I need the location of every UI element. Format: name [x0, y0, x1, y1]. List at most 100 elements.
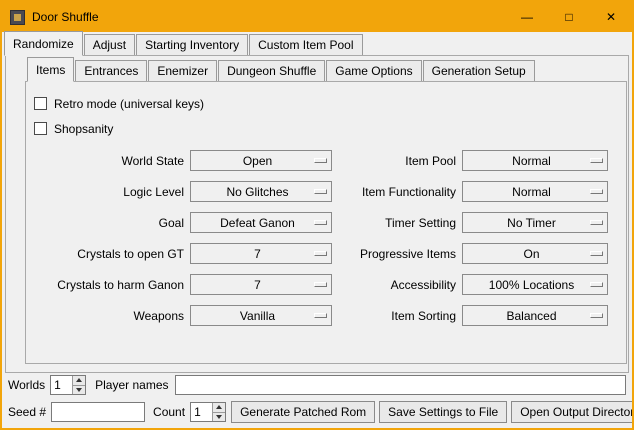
retro-mode-checkbox[interactable]: [34, 97, 47, 110]
arrow-up-icon: [76, 378, 82, 382]
player-names-input[interactable]: [175, 375, 627, 395]
tab-dungeon-shuffle[interactable]: Dungeon Shuffle: [218, 60, 325, 81]
save-settings-button[interactable]: Save Settings to File: [379, 401, 507, 423]
randomize-tab-content: Items Entrances Enemizer Dungeon Shuffle…: [5, 55, 629, 373]
item-pool-dropdown[interactable]: Normal: [462, 150, 608, 171]
crystals-gt-dropdown[interactable]: 7: [190, 243, 332, 264]
spin-down-button[interactable]: [72, 385, 85, 395]
open-output-directory-button[interactable]: Open Output Directory: [511, 401, 634, 423]
timer-setting-dropdown[interactable]: No Timer: [462, 212, 608, 233]
worlds-row: Worlds 1 Player names: [2, 374, 632, 396]
tab-adjust[interactable]: Adjust: [84, 34, 135, 55]
goal-value: Defeat Ganon: [191, 216, 314, 230]
goal-label: Goal: [32, 216, 184, 230]
maximize-icon[interactable]: □: [548, 2, 590, 32]
tab-items[interactable]: Items: [27, 57, 74, 82]
spin-up-button[interactable]: [212, 403, 225, 412]
logic-level-value: No Glitches: [191, 185, 314, 199]
spin-up-button[interactable]: [72, 376, 85, 385]
dropdown-indicator-icon: [314, 220, 327, 225]
goal-dropdown[interactable]: Defeat Ganon: [190, 212, 332, 233]
arrow-down-icon: [216, 415, 222, 419]
app-icon: [10, 10, 25, 25]
dropdown-indicator-icon: [314, 251, 327, 256]
retro-mode-label: Retro mode (universal keys): [54, 97, 204, 111]
tab-game-options[interactable]: Game Options: [326, 60, 421, 81]
tab-randomize[interactable]: Randomize: [4, 31, 83, 56]
count-value: 1: [191, 403, 212, 421]
dropdown-indicator-icon: [314, 282, 327, 287]
item-sorting-dropdown[interactable]: Balanced: [462, 305, 608, 326]
crystals-ganon-label: Crystals to harm Ganon: [32, 278, 184, 292]
tab-generation-setup[interactable]: Generation Setup: [423, 60, 535, 81]
seed-label: Seed #: [8, 405, 46, 419]
tab-entrances[interactable]: Entrances: [75, 60, 147, 81]
crystals-ganon-dropdown[interactable]: 7: [190, 274, 332, 295]
spin-down-button[interactable]: [212, 412, 225, 422]
progressive-items-dropdown[interactable]: On: [462, 243, 608, 264]
window: Door Shuffle — □ ✕ Randomize Adjust Star…: [0, 0, 634, 430]
seed-row: Seed # Count 1 Generate Patched Rom Save…: [2, 401, 632, 423]
minimize-icon[interactable]: —: [506, 2, 548, 32]
item-functionality-value: Normal: [463, 185, 590, 199]
worlds-value: 1: [51, 376, 72, 394]
world-state-label: World State: [32, 154, 184, 168]
dropdown-indicator-icon: [314, 189, 327, 194]
dropdown-indicator-icon: [590, 220, 603, 225]
logic-level-dropdown[interactable]: No Glitches: [190, 181, 332, 202]
progressive-items-label: Progressive Items: [338, 247, 456, 261]
worlds-spinbox[interactable]: 1: [50, 375, 86, 395]
accessibility-value: 100% Locations: [463, 278, 590, 292]
worlds-spin-arrows: [72, 376, 85, 394]
weapons-label: Weapons: [32, 309, 184, 323]
tab-starting-inventory[interactable]: Starting Inventory: [136, 34, 248, 55]
count-spinbox[interactable]: 1: [190, 402, 226, 422]
close-icon[interactable]: ✕: [590, 2, 632, 32]
weapons-value: Vanilla: [191, 309, 314, 323]
tab-enemizer[interactable]: Enemizer: [148, 60, 217, 81]
world-state-value: Open: [191, 154, 314, 168]
item-functionality-label: Item Functionality: [338, 185, 456, 199]
primary-tab-bar: Randomize Adjust Starting Inventory Cust…: [2, 32, 632, 55]
logic-level-label: Logic Level: [32, 185, 184, 199]
titlebar: Door Shuffle — □ ✕: [2, 2, 632, 32]
timer-setting-label: Timer Setting: [338, 216, 456, 230]
retro-mode-row: Retro mode (universal keys): [34, 91, 626, 116]
item-pool-label: Item Pool: [338, 154, 456, 168]
dropdown-indicator-icon: [590, 313, 603, 318]
items-tab-content: Retro mode (universal keys) Shopsanity W…: [25, 81, 627, 364]
crystals-gt-value: 7: [191, 247, 314, 261]
accessibility-dropdown[interactable]: 100% Locations: [462, 274, 608, 295]
shopsanity-label: Shopsanity: [54, 122, 113, 136]
tab-custom-item-pool[interactable]: Custom Item Pool: [249, 34, 362, 55]
player-names-label: Player names: [95, 378, 168, 392]
accessibility-label: Accessibility: [338, 278, 456, 292]
bottom-bar: Worlds 1 Player names Seed # Count 1: [2, 374, 632, 423]
shopsanity-row: Shopsanity: [34, 116, 626, 141]
dropdown-indicator-icon: [314, 313, 327, 318]
worlds-label: Worlds: [8, 378, 45, 392]
dropdown-indicator-icon: [590, 251, 603, 256]
dropdown-indicator-icon: [590, 158, 603, 163]
item-sorting-label: Item Sorting: [338, 309, 456, 323]
seed-input[interactable]: [51, 402, 145, 422]
shopsanity-checkbox[interactable]: [34, 122, 47, 135]
timer-setting-value: No Timer: [463, 216, 590, 230]
item-functionality-dropdown[interactable]: Normal: [462, 181, 608, 202]
secondary-notebook: Items Entrances Enemizer Dungeon Shuffle…: [25, 58, 627, 364]
world-state-dropdown[interactable]: Open: [190, 150, 332, 171]
window-title: Door Shuffle: [32, 10, 506, 24]
options-grid: World State Open Item Pool Normal Logic …: [32, 150, 626, 326]
crystals-ganon-value: 7: [191, 278, 314, 292]
secondary-tab-bar: Items Entrances Enemizer Dungeon Shuffle…: [25, 58, 627, 81]
generate-patched-rom-button[interactable]: Generate Patched Rom: [231, 401, 375, 423]
weapons-dropdown[interactable]: Vanilla: [190, 305, 332, 326]
progressive-items-value: On: [463, 247, 590, 261]
dropdown-indicator-icon: [590, 282, 603, 287]
dropdown-indicator-icon: [590, 189, 603, 194]
crystals-gt-label: Crystals to open GT: [32, 247, 184, 261]
arrow-down-icon: [76, 388, 82, 392]
dropdown-indicator-icon: [314, 158, 327, 163]
count-label: Count: [153, 405, 185, 419]
item-sorting-value: Balanced: [463, 309, 590, 323]
